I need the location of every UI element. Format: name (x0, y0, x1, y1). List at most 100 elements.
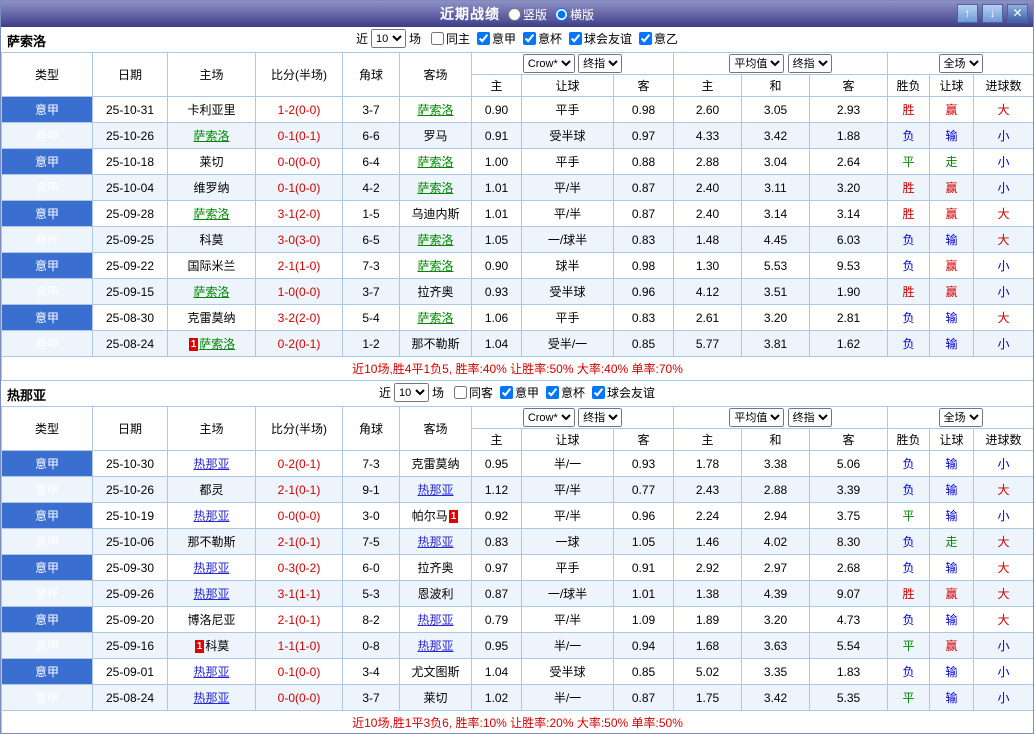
team-name-link[interactable]: 恩波利 (417, 587, 453, 601)
home-team-cell: 萨索洛 (167, 278, 256, 305)
avg-select[interactable]: 平均值 (729, 54, 785, 73)
layout-option[interactable]: 竖版 (507, 6, 547, 23)
layout-radio[interactable] (555, 7, 568, 21)
away-team-cell: 萨索洛 (399, 226, 472, 253)
filter-checkbox[interactable] (430, 31, 444, 45)
odds-final-select[interactable]: 终指 (578, 54, 623, 73)
filter-option[interactable]: 同客 (453, 384, 493, 401)
handicap-result-cell: 赢 (929, 580, 974, 607)
team-name-link[interactable]: 莱切 (199, 155, 223, 169)
close-button[interactable]: ✕ (1007, 4, 1028, 23)
scroll-up-button[interactable]: ↑ (957, 4, 978, 23)
team-name-link[interactable]: 萨索洛 (193, 285, 229, 299)
full-match-select[interactable]: 全场 (938, 408, 983, 427)
summary-text: 近10场,胜1平3负6, 胜率:10% 让胜率:20% 大率:50% 单率:50… (1, 710, 1033, 733)
col-odds-away: 客 (613, 74, 674, 97)
team-name-link[interactable]: 萨索洛 (199, 337, 235, 351)
odds-final-select[interactable]: 终指 (578, 408, 623, 427)
team-name-link[interactable]: 萨索洛 (417, 103, 453, 117)
score-cell: 3-1(1-1) (255, 580, 343, 607)
team-name-link[interactable]: 热那亚 (417, 483, 453, 497)
team-name-link[interactable]: 克雷莫纳 (187, 311, 235, 325)
filter-option[interactable]: 意杯 (523, 30, 562, 47)
filter-checkbox[interactable] (546, 385, 560, 399)
team-name-link[interactable]: 那不勒斯 (187, 535, 235, 549)
filter-checkbox[interactable] (569, 31, 583, 45)
team-name-link[interactable]: 萨索洛 (417, 233, 453, 247)
full-match-select[interactable]: 全场 (938, 54, 983, 73)
recent-count-select[interactable]: 10 (370, 29, 406, 48)
team-name-link[interactable]: 热那亚 (417, 613, 453, 627)
filter-option[interactable]: 意甲 (500, 384, 539, 401)
team-name-link[interactable]: 热那亚 (193, 691, 229, 705)
avg-draw-cell: 3.35 (741, 658, 810, 685)
filter-option[interactable]: 同主 (430, 30, 470, 47)
filter-option[interactable]: 球会友谊 (592, 384, 655, 401)
filter-checkbox[interactable] (639, 31, 653, 45)
layout-option[interactable]: 横版 (555, 6, 594, 23)
odds-source-select[interactable]: Crow* (522, 54, 575, 73)
team-name-link[interactable]: 萨索洛 (417, 311, 453, 325)
team-name-link[interactable]: 萨索洛 (193, 129, 229, 143)
handicap-result-cell: 走 (929, 148, 974, 175)
filter-option[interactable]: 意杯 (546, 384, 585, 401)
league-type-cell: 意甲 (1, 252, 93, 279)
team-name-link[interactable]: 克雷莫纳 (411, 457, 459, 471)
filter-checkbox[interactable] (476, 31, 490, 45)
team-name-link[interactable]: 拉齐奥 (417, 561, 453, 575)
avg-final-select[interactable]: 终指 (787, 54, 832, 73)
odds-source-select[interactable]: Crow* (522, 408, 575, 427)
avg-select[interactable]: 平均值 (729, 408, 785, 427)
team-name-link[interactable]: 卡利亚里 (187, 103, 235, 117)
team-name-link[interactable]: 乌迪内斯 (411, 207, 459, 221)
team-name-link[interactable]: 罗马 (423, 129, 447, 143)
team-name-link[interactable]: 热那亚 (193, 665, 229, 679)
col-result: 胜负 (887, 74, 930, 97)
filter-checkbox[interactable] (592, 385, 606, 399)
team-name-link[interactable]: 热那亚 (193, 561, 229, 575)
filter-option[interactable]: 意乙 (639, 30, 678, 47)
team-name-link[interactable]: 萨索洛 (417, 259, 453, 273)
date-cell: 25-09-22 (92, 252, 168, 279)
team-name-link[interactable]: 都灵 (199, 483, 223, 497)
filter-checkbox[interactable] (523, 31, 536, 45)
team-name-link[interactable]: 科莫 (205, 639, 229, 653)
avg-home-cell: 1.75 (673, 684, 742, 711)
filter-option[interactable]: 球会友谊 (569, 30, 632, 47)
match-row: 意甲 25-09-20 博洛尼亚 2-1(0-1) 8-2 热那亚 0.79 平/半 1.09 1… (1, 606, 1033, 633)
league-type-cell: 意甲 (1, 200, 93, 227)
team-name-link[interactable]: 萨索洛 (193, 207, 229, 221)
score-cell: 1-2(0-0) (255, 96, 343, 123)
team-name-link[interactable]: 尤文图斯 (411, 665, 459, 679)
team-name-link[interactable]: 帕尔马 (412, 509, 448, 523)
team-name-link[interactable]: 热那亚 (193, 509, 229, 523)
home-team-cell: 萨索洛 (167, 122, 256, 149)
handicap-cell: 平/半 (521, 174, 614, 201)
team-name-link[interactable]: 萨索洛 (417, 155, 453, 169)
team-name-link[interactable]: 热那亚 (193, 457, 229, 471)
team-name-link[interactable]: 热那亚 (417, 535, 453, 549)
team-name-link[interactable]: 维罗纳 (193, 181, 229, 195)
filter-option[interactable]: 意甲 (476, 30, 516, 47)
match-row: 意甲 25-09-16 1 科莫 1-1(1-0) 0-8 热那亚 0.95 半/一 0.94 1.… (1, 632, 1033, 659)
date-cell: 25-10-30 (92, 450, 168, 477)
team-name-link[interactable]: 博洛尼亚 (187, 613, 235, 627)
corner-cell: 8-2 (342, 606, 400, 633)
team-name-link[interactable]: 萨索洛 (417, 181, 453, 195)
team-name-link[interactable]: 那不勒斯 (411, 337, 459, 351)
handicap-result-cell: 输 (929, 304, 974, 331)
filter-bar: 近 10 场 同主 意甲 意杯 球会友谊 意乙 (1, 29, 1033, 48)
team-name-link[interactable]: 热那亚 (417, 639, 453, 653)
filter-checkbox[interactable] (500, 385, 513, 399)
team-name-link[interactable]: 科莫 (199, 233, 223, 247)
scroll-down-button[interactable]: ↓ (982, 4, 1003, 23)
avg-final-select[interactable]: 终指 (787, 408, 832, 427)
layout-radio[interactable] (507, 7, 521, 21)
recent-count-select[interactable]: 10 (393, 383, 429, 402)
team-name-link[interactable]: 国际米兰 (187, 259, 235, 273)
filter-checkbox[interactable] (453, 385, 467, 399)
team-name-link[interactable]: 莱切 (423, 691, 447, 705)
team-name-link[interactable]: 拉齐奥 (417, 285, 453, 299)
team-name-link[interactable]: 热那亚 (193, 587, 229, 601)
away-team-cell: 热那亚 (399, 606, 472, 633)
